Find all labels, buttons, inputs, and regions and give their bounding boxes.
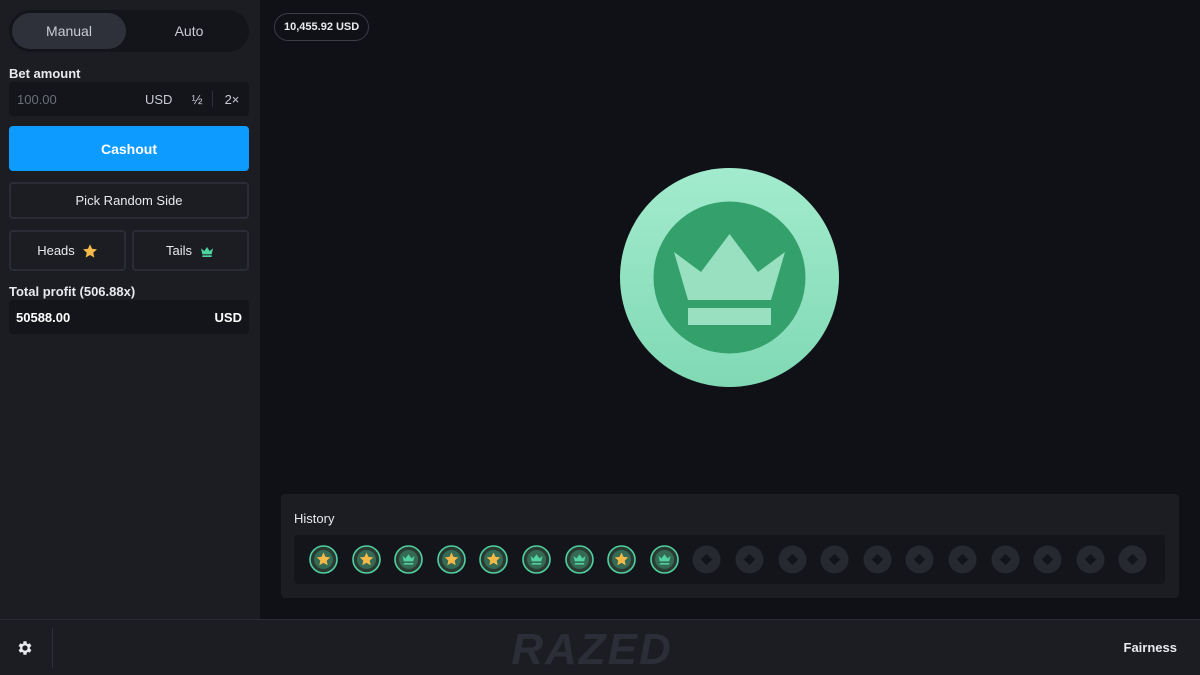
history-slot-empty (1076, 545, 1105, 574)
sidebar: Manual Auto Bet amount USD ½ 2× Cashout … (0, 0, 260, 619)
history-coin-tails (564, 545, 594, 574)
total-profit-currency: USD (214, 310, 242, 325)
tails-label: Tails (165, 243, 192, 258)
double-bet-button[interactable]: 2× (219, 82, 245, 116)
history-coin-heads (607, 545, 636, 574)
cashout-button[interactable]: Cashout (9, 126, 249, 171)
history-coin-heads (309, 545, 338, 574)
total-profit-value: 50588.00 (16, 310, 71, 325)
pick-random-side-button[interactable]: Pick Random Side (9, 182, 249, 219)
history-slot-empty (863, 545, 892, 574)
total-profit-label: Total profit (506.88x) (9, 284, 136, 299)
total-profit-field: 50588.00 USD (9, 300, 249, 334)
gear-icon[interactable] (16, 639, 34, 657)
history-coin-tails (522, 545, 551, 574)
history-track (294, 535, 1165, 584)
svg-text:RAZED: RAZED (511, 626, 673, 670)
history-slot-empty (778, 545, 807, 574)
history-slot-empty (991, 545, 1020, 574)
mode-tabs: Manual Auto (9, 10, 249, 52)
bet-divider (212, 91, 213, 107)
coin-tails (620, 168, 839, 387)
star-icon (82, 243, 97, 258)
history-title: History (294, 511, 335, 526)
half-bet-button[interactable]: ½ (185, 82, 209, 116)
history-coin-heads (351, 545, 381, 574)
history-slot-empty (1033, 545, 1062, 574)
tab-auto[interactable]: Auto (132, 13, 246, 49)
footer: RAZED Fairness (0, 619, 1200, 675)
razed-logo: RAZED (511, 626, 673, 670)
history-coin-heads (436, 545, 466, 574)
bet-currency: USD (145, 92, 173, 107)
fairness-link[interactable]: Fairness (1124, 640, 1177, 655)
bet-amount-row: USD ½ 2× (9, 82, 249, 116)
history-coin-tails (649, 545, 679, 574)
footer-divider (52, 628, 53, 668)
tails-button[interactable]: Tails (132, 230, 249, 271)
balance-badge: 10,455.92 USD (274, 13, 370, 41)
history-panel: History (281, 494, 1179, 598)
tab-manual[interactable]: Manual (12, 13, 126, 49)
history-slot-empty (948, 545, 977, 574)
heads-label: Heads (37, 243, 75, 258)
heads-button[interactable]: Heads (9, 230, 126, 271)
history-slot-empty (905, 545, 934, 574)
history-slot-empty (820, 545, 849, 574)
history-coin-heads (479, 545, 509, 574)
history-slot-empty (735, 545, 764, 574)
history-coin-tails (394, 545, 423, 574)
game-area: 10,455.92 USD History (260, 0, 1200, 619)
bet-amount-label: Bet amount (9, 66, 81, 81)
history-slot-empty (692, 545, 721, 574)
history-slot-empty (1118, 545, 1147, 574)
crown-icon (201, 246, 213, 257)
bet-amount-input[interactable] (9, 82, 139, 116)
